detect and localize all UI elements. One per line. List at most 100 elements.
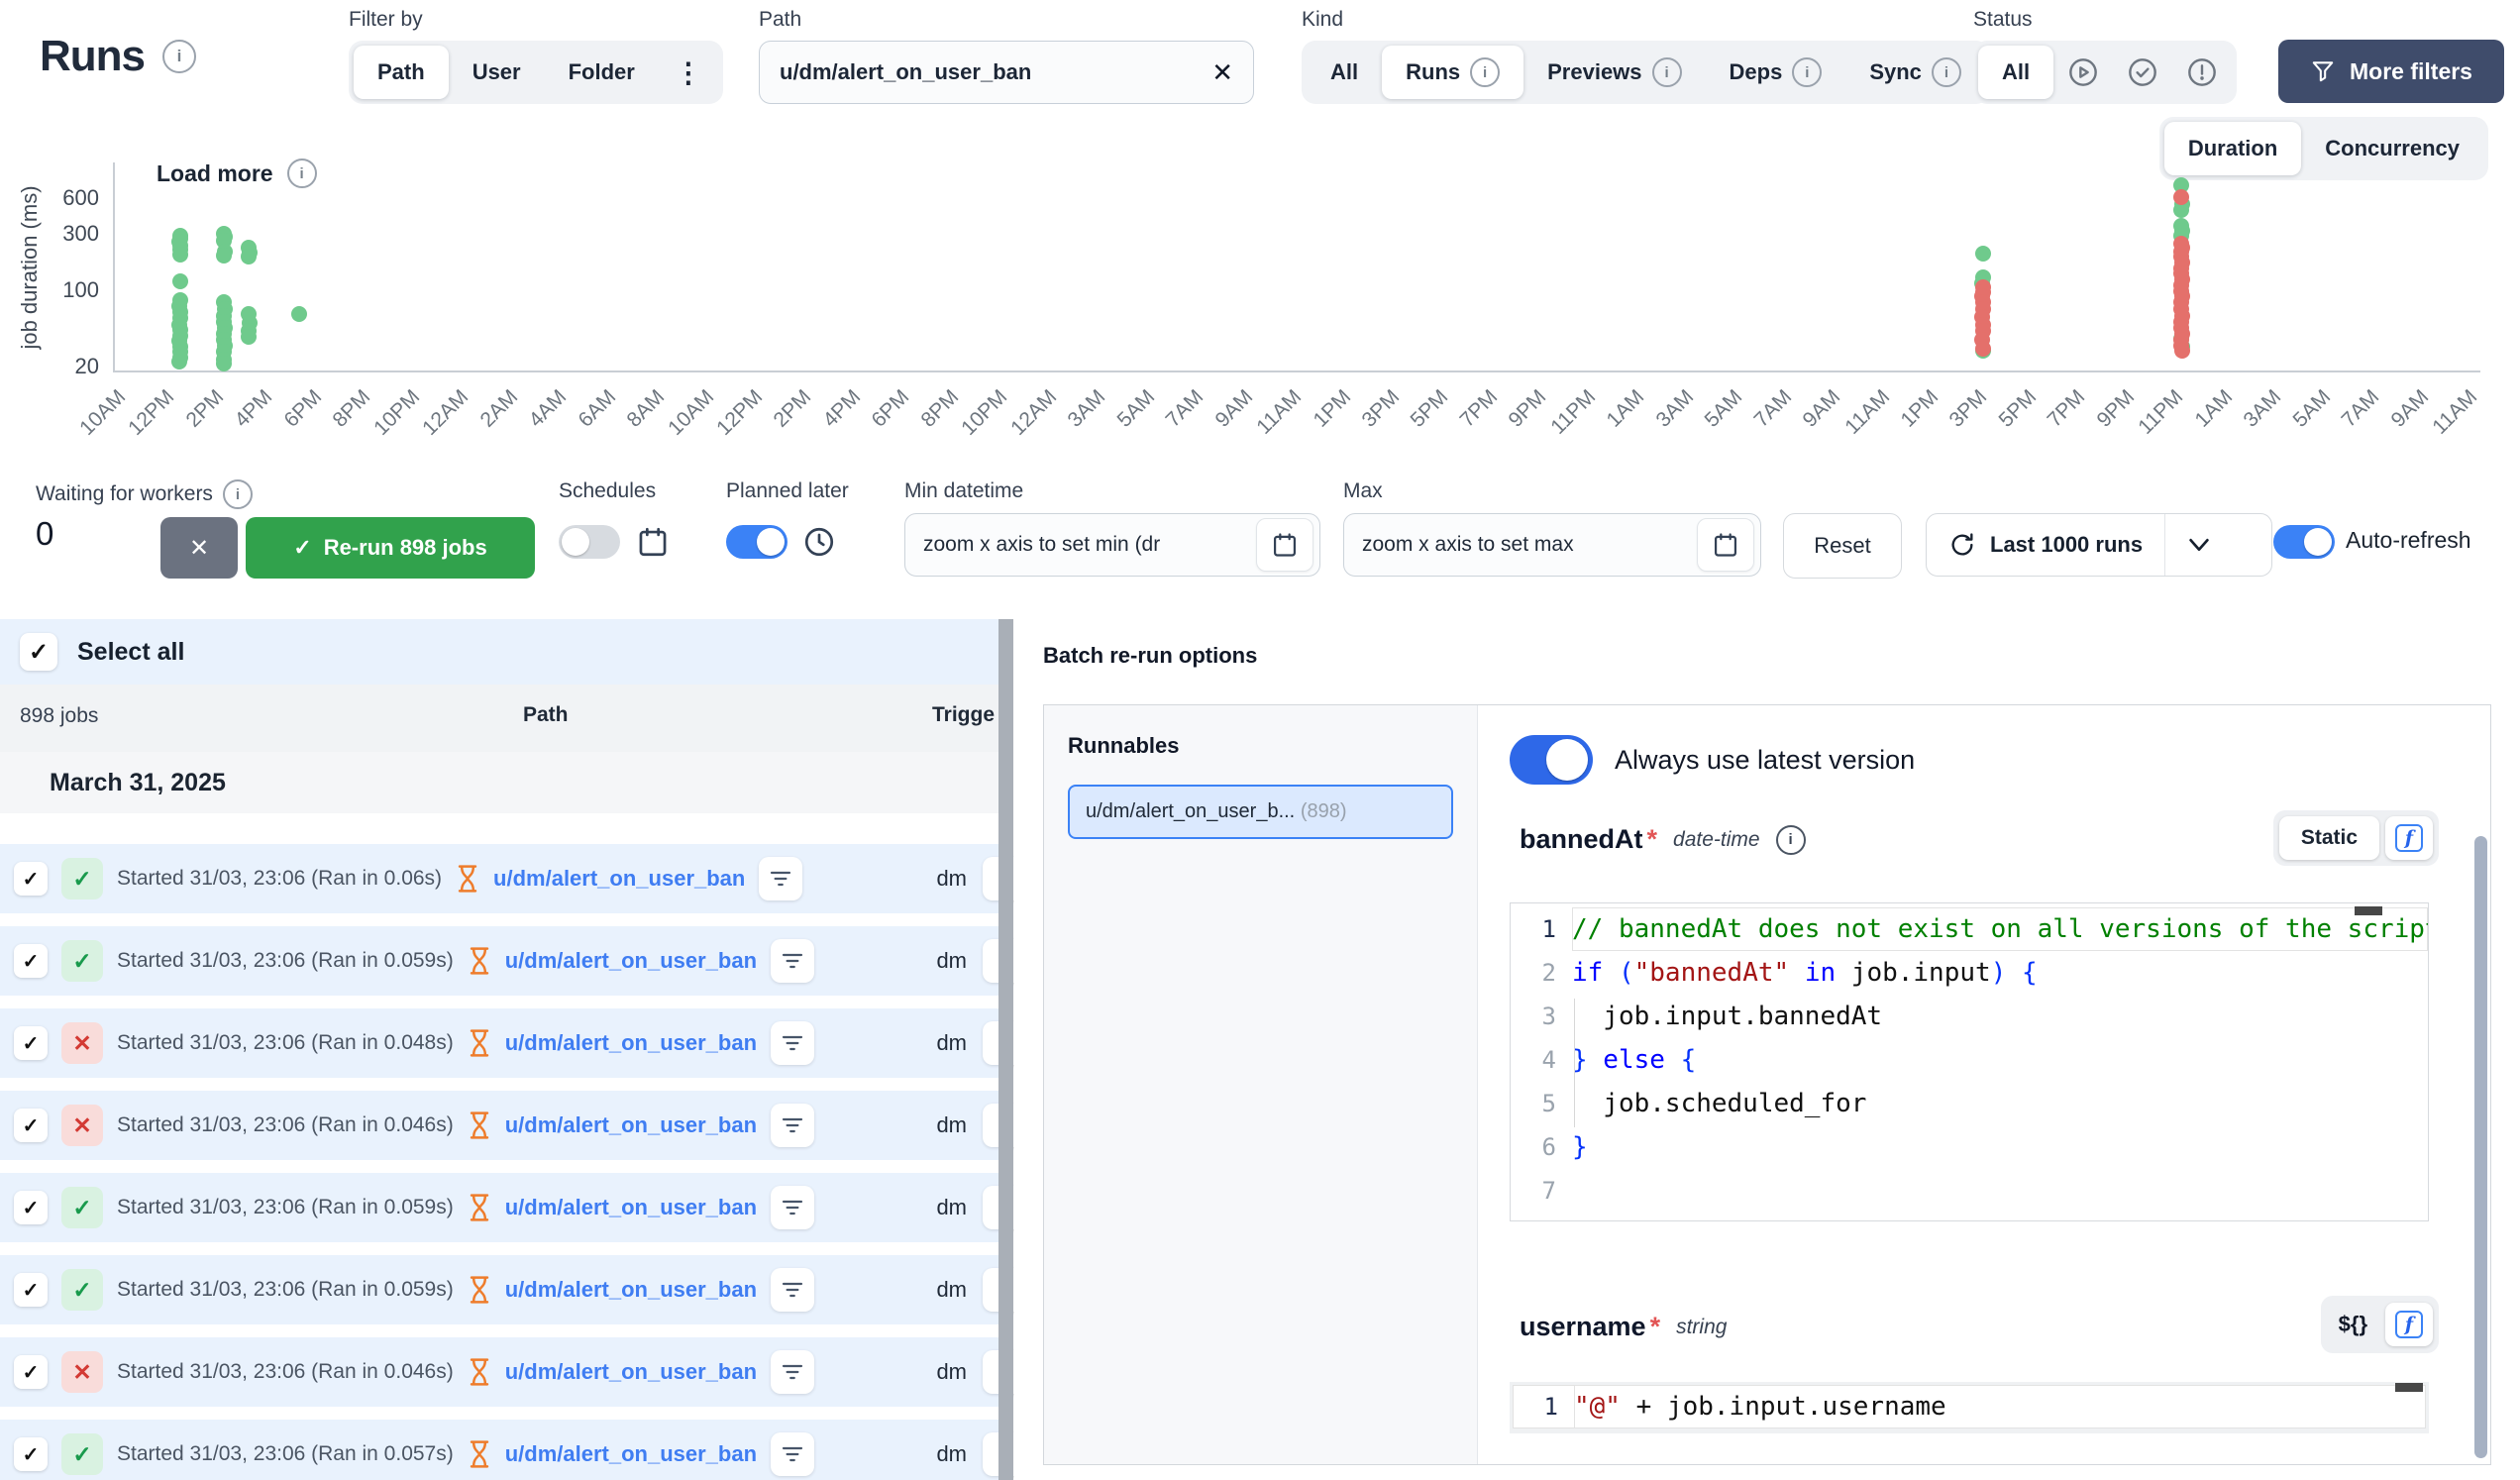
clear-path-icon[interactable]: ✕	[1211, 57, 1233, 88]
kind-segment: All Runs i Previews i Deps i Sync i	[1302, 41, 1990, 104]
filter-by-user-tab[interactable]: User	[449, 46, 545, 99]
run-path-link[interactable]: u/dm/alert_on_user_ban	[493, 866, 745, 892]
min-datetime-input[interactable]: zoom x axis to set min (dr	[904, 513, 1320, 577]
filter-lines-icon	[781, 952, 804, 970]
filter-by-path-button[interactable]	[771, 1432, 814, 1476]
cancel-selection-button[interactable]: ✕	[160, 517, 238, 579]
kind-deps-tab[interactable]: Deps i	[1706, 46, 1846, 99]
run-path-link[interactable]: u/dm/alert_on_user_ban	[505, 1359, 757, 1385]
min-datetime-calendar-button[interactable]	[1256, 518, 1313, 572]
max-datetime-input[interactable]: zoom x axis to set max	[1343, 513, 1761, 577]
filter-by-path-button[interactable]	[771, 1021, 814, 1065]
kind-all-tab[interactable]: All	[1307, 46, 1382, 99]
javascript-mode-button[interactable]: f	[2385, 816, 2433, 860]
table-row[interactable]: ✓ ✓ Started 31/03, 23:06 (Ran in 0.059s)…	[0, 1173, 1000, 1242]
scatter-point-failure[interactable]	[2174, 343, 2190, 359]
table-row[interactable]: ✓ ✓ Started 31/03, 23:06 (Ran in 0.059s)…	[0, 1255, 1000, 1324]
row-checkbox[interactable]: ✓	[14, 1273, 48, 1307]
last-runs-label: Last 1000 runs	[1990, 532, 2143, 558]
scatter-point-failure[interactable]	[1975, 341, 1991, 357]
run-path-link[interactable]: u/dm/alert_on_user_ban	[505, 1441, 757, 1467]
select-all-checkbox[interactable]: ✓	[20, 633, 57, 671]
scatter-point-success[interactable]	[1975, 246, 1991, 262]
path-filter-input[interactable]: u/dm/alert_on_user_ban ✕	[759, 41, 1254, 104]
panel-scrollbar[interactable]	[2474, 836, 2487, 1458]
table-row[interactable]: ✓ ✕ Started 31/03, 23:06 (Ran in 0.046s)…	[0, 1091, 1000, 1160]
table-row[interactable]: ✓ ✕ Started 31/03, 23:06 (Ran in 0.048s)…	[0, 1008, 1000, 1078]
scatter-point-success[interactable]	[291, 306, 307, 322]
filter-by-path-button[interactable]	[771, 1186, 814, 1229]
status-all-tab[interactable]: All	[1978, 46, 2053, 99]
runs-info-icon[interactable]: i	[162, 40, 196, 73]
kind-previews-tab[interactable]: Previews i	[1523, 46, 1705, 99]
filter-lines-icon	[781, 1363, 804, 1381]
runnables-sidebar: Runnables u/dm/alert_on_user_b... (898)	[1044, 705, 1478, 1464]
rerun-jobs-button[interactable]: ✓ Re-run 898 jobs	[246, 517, 535, 579]
filter-by-path-tab[interactable]: Path	[354, 46, 449, 99]
success-status-badge: ✓	[61, 940, 103, 982]
status-running-tab[interactable]	[2053, 46, 2113, 99]
auto-refresh-toggle[interactable]	[2273, 525, 2335, 559]
last-runs-button[interactable]: Last 1000 runs	[1927, 514, 2164, 576]
filter-by-path-button[interactable]	[759, 857, 802, 900]
table-row[interactable]: ✓ ✕ Started 31/03, 23:06 (Ran in 0.046s)…	[0, 1337, 1000, 1407]
row-checkbox[interactable]: ✓	[14, 1026, 48, 1060]
run-path-link[interactable]: u/dm/alert_on_user_ban	[505, 1030, 757, 1056]
run-path-link[interactable]: u/dm/alert_on_user_ban	[505, 1112, 757, 1138]
max-datetime-calendar-button[interactable]	[1697, 518, 1754, 572]
view-concurrency-tab[interactable]: Concurrency	[2301, 122, 2483, 175]
username-code-editor[interactable]: 1"@" + job.input.username	[1510, 1382, 2429, 1433]
runnable-item[interactable]: u/dm/alert_on_user_b... (898)	[1068, 785, 1453, 839]
table-row[interactable]: ✓ ✓ Started 31/03, 23:06 (Ran in 0.057s)…	[0, 1420, 1000, 1480]
filter-by-folder-tab[interactable]: Folder	[545, 46, 659, 99]
kind-runs-tab[interactable]: Runs i	[1382, 46, 1523, 99]
bannedat-code-editor[interactable]: 1// bannedAt does not exist on all versi…	[1510, 902, 2429, 1221]
kebab-menu-icon[interactable]: ⋮	[659, 56, 718, 89]
row-checkbox[interactable]: ✓	[14, 1437, 48, 1471]
filter-by-path-button[interactable]	[771, 1104, 814, 1147]
view-duration-tab[interactable]: Duration	[2164, 122, 2301, 175]
scatter-point-success[interactable]	[171, 354, 187, 370]
filter-by-path-button[interactable]	[771, 1350, 814, 1394]
reset-button[interactable]: Reset	[1783, 513, 1902, 579]
load-more-button[interactable]: Load more i	[157, 159, 317, 188]
template-mode-button[interactable]: ${}	[2327, 1302, 2379, 1347]
scatter-point-success[interactable]	[172, 247, 188, 263]
triggered-by: dm	[936, 1195, 967, 1220]
line-number: 1	[1511, 915, 1572, 943]
scatter-point-success[interactable]	[241, 329, 257, 345]
status-success-tab[interactable]	[2113, 46, 2172, 99]
run-path-link[interactable]: u/dm/alert_on_user_ban	[505, 948, 757, 974]
table-scrollbar[interactable]	[998, 619, 1013, 1480]
javascript-mode-button[interactable]: f	[2385, 1303, 2433, 1346]
row-checkbox[interactable]: ✓	[14, 944, 48, 978]
table-row[interactable]: ✓ ✓ Started 31/03, 23:06 (Ran in 0.06s) …	[0, 844, 1000, 913]
row-checkbox[interactable]: ✓	[14, 1109, 48, 1142]
more-filters-button[interactable]: More filters	[2278, 40, 2504, 103]
table-row[interactable]: ✓ ✓ Started 31/03, 23:06 (Ran in 0.059s)…	[0, 926, 1000, 996]
kind-sync-tab[interactable]: Sync i	[1845, 46, 1985, 99]
batch-rerun-title: Batch re-run options	[1043, 643, 1257, 669]
info-icon[interactable]: i	[1776, 825, 1806, 855]
scatter-point-success[interactable]	[216, 248, 232, 264]
scatter-point-failure[interactable]	[2173, 189, 2189, 205]
row-checkbox[interactable]: ✓	[14, 1191, 48, 1224]
status-failure-tab[interactable]	[2172, 46, 2232, 99]
row-checkbox[interactable]: ✓	[14, 862, 48, 896]
run-path-link[interactable]: u/dm/alert_on_user_ban	[505, 1277, 757, 1303]
filter-by-path-button[interactable]	[771, 1268, 814, 1312]
planned-later-toggle[interactable]	[726, 525, 788, 559]
last-runs-dropdown-button[interactable]	[2165, 514, 2233, 576]
run-path-link[interactable]: u/dm/alert_on_user_ban	[505, 1195, 757, 1220]
funnel-icon	[2310, 58, 2336, 84]
static-mode-button[interactable]: Static	[2279, 816, 2379, 860]
schedules-toggle[interactable]	[559, 525, 620, 559]
info-icon: i	[1792, 57, 1822, 87]
row-checkbox[interactable]: ✓	[14, 1355, 48, 1389]
scatter-point-success[interactable]	[216, 356, 232, 371]
filter-by-path-button[interactable]	[771, 939, 814, 983]
latest-version-toggle[interactable]	[1510, 735, 1593, 785]
scatter-point-success[interactable]	[241, 249, 257, 264]
select-all-row[interactable]: ✓ Select all	[0, 619, 1000, 685]
scatter-point-success[interactable]	[172, 273, 188, 289]
